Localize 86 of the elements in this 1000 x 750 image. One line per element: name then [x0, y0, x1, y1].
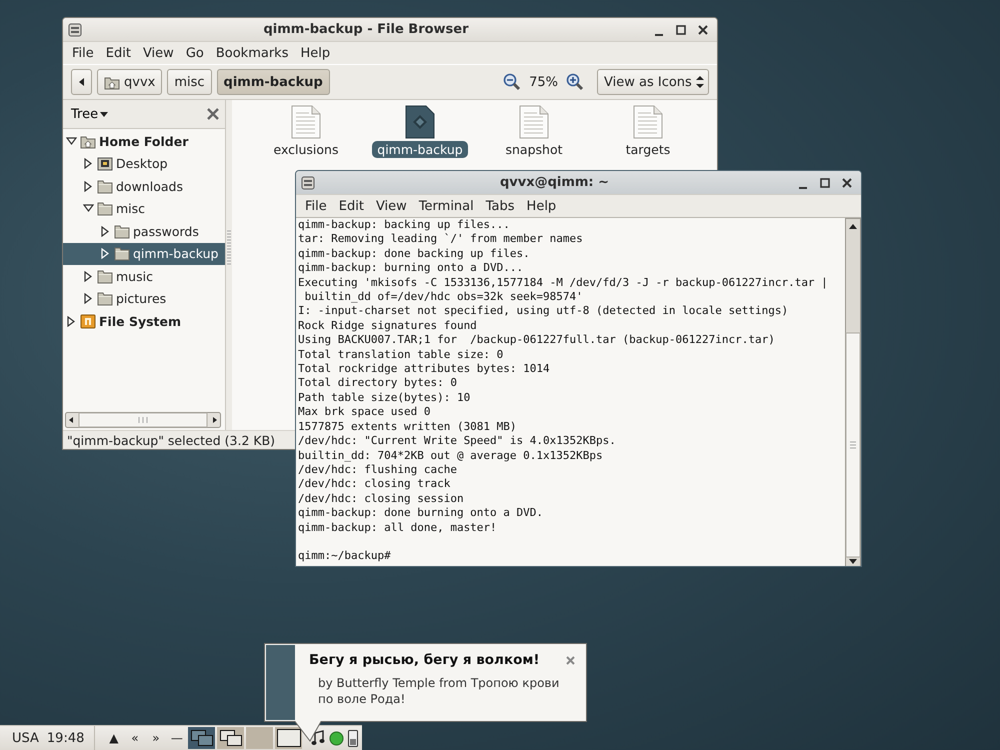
status-dot-icon[interactable] [329, 730, 344, 746]
workspace-button[interactable] [275, 727, 302, 749]
path-button[interactable]: misc [167, 69, 212, 95]
menu-item[interactable]: Go [180, 46, 210, 60]
tree-item[interactable]: Home Folder [63, 130, 225, 152]
drive-icon [80, 314, 96, 329]
close-icon[interactable] [207, 108, 219, 120]
expander-icon[interactable] [83, 180, 94, 192]
updown-arrow-icon [696, 76, 704, 88]
menu-item[interactable]: View [370, 198, 413, 214]
menu-item[interactable]: File [299, 198, 333, 214]
tree-item[interactable]: music [63, 265, 225, 288]
pane-resize-handle[interactable] [227, 230, 231, 266]
menu-item[interactable]: View [136, 46, 180, 60]
window-title: qimm-backup - File Browser [262, 22, 470, 37]
folder-icon [114, 246, 130, 262]
window-menu-icon[interactable] [68, 22, 82, 36]
back-button[interactable] [71, 69, 92, 95]
menu-item[interactable]: Terminal [412, 198, 480, 214]
folder-icon [97, 268, 113, 284]
notification-title: Бегу я рысью, бегу я волком! [309, 652, 540, 668]
expander-icon[interactable] [83, 158, 94, 170]
tree-item[interactable]: misc [63, 198, 225, 220]
home-folder-icon [104, 74, 120, 90]
file-name[interactable]: snapshot [500, 141, 568, 158]
window-title: qvvx@qimm: ~ [498, 175, 610, 190]
keyboard-layout[interactable]: USA [12, 730, 39, 746]
terminal-prompt[interactable]: qimm:~/backup# [298, 549, 391, 564]
menu-item[interactable]: Bookmarks [210, 46, 294, 60]
menu-item[interactable]: File [66, 46, 100, 60]
zoom-level: 75% [528, 74, 559, 90]
view-mode-dropdown[interactable]: View as Icons [597, 69, 709, 95]
tree-item[interactable]: Desktop [63, 152, 225, 175]
tree-item[interactable]: passwords [63, 220, 225, 242]
zoom-out-icon[interactable] [503, 73, 522, 91]
folder-icon [97, 201, 113, 216]
path-button[interactable]: qimm-backup [216, 69, 330, 95]
workspace-button[interactable] [217, 727, 244, 749]
menu-item[interactable]: Edit [332, 198, 370, 214]
close-icon[interactable] [840, 176, 854, 190]
sidebar-type-dropdown[interactable]: Tree [67, 106, 112, 122]
vertical-scrollbar[interactable] [845, 218, 861, 566]
menu-item[interactable]: Tabs [480, 198, 521, 214]
menu-item[interactable]: Edit [100, 46, 137, 60]
file-name[interactable]: exclusions [268, 141, 344, 158]
panel-button[interactable]: « [124, 731, 146, 745]
windows-icon [190, 730, 213, 746]
file-name[interactable]: qimm-backup [372, 141, 468, 158]
file-name[interactable]: targets [620, 141, 676, 158]
tree-item[interactable]: pictures [63, 288, 225, 310]
menu-item[interactable]: Help [520, 198, 562, 214]
expander-icon[interactable] [100, 248, 111, 260]
home-folder-icon [80, 134, 96, 149]
expander-icon[interactable] [66, 136, 77, 147]
folder-icon [97, 178, 113, 194]
desktop-icon [97, 156, 113, 172]
tree-item[interactable]: File System [63, 310, 225, 332]
clock[interactable]: 19:48 [46, 730, 84, 746]
menu-item[interactable]: Help [294, 46, 336, 60]
folder-icon [114, 224, 130, 239]
window-menu-icon[interactable] [301, 176, 315, 190]
tree-item[interactable]: downloads [63, 175, 225, 198]
tree-item[interactable]: qimm-backup [63, 242, 225, 265]
path-button[interactable]: qvvx [97, 69, 162, 95]
panel-button[interactable]: » [145, 731, 166, 745]
close-icon[interactable] [696, 22, 710, 36]
dropdown-arrow-icon [100, 112, 108, 116]
expander-icon[interactable] [83, 293, 94, 304]
windows-icon [220, 730, 242, 746]
horizontal-scrollbar[interactable] [65, 412, 221, 428]
folder-icon [97, 291, 113, 306]
script-file-icon[interactable] [405, 105, 435, 139]
window-icon [276, 729, 301, 747]
expander-icon[interactable] [100, 226, 111, 237]
notification-text: by Butterfly Temple from Тропою крови по воле Рода! [317, 675, 560, 707]
battery-icon[interactable] [348, 729, 358, 747]
left-arrow-icon [79, 78, 84, 86]
panel-button[interactable]: — [166, 731, 188, 745]
expander-icon[interactable] [83, 203, 94, 214]
panel-button[interactable]: ▲ [103, 731, 124, 745]
maximize-icon[interactable] [818, 176, 832, 190]
music-note-icon[interactable] [311, 730, 326, 746]
maximize-icon[interactable] [674, 22, 688, 36]
expander-icon[interactable] [83, 270, 94, 282]
expander-icon[interactable] [66, 316, 77, 327]
zoom-in-icon[interactable] [566, 73, 584, 91]
